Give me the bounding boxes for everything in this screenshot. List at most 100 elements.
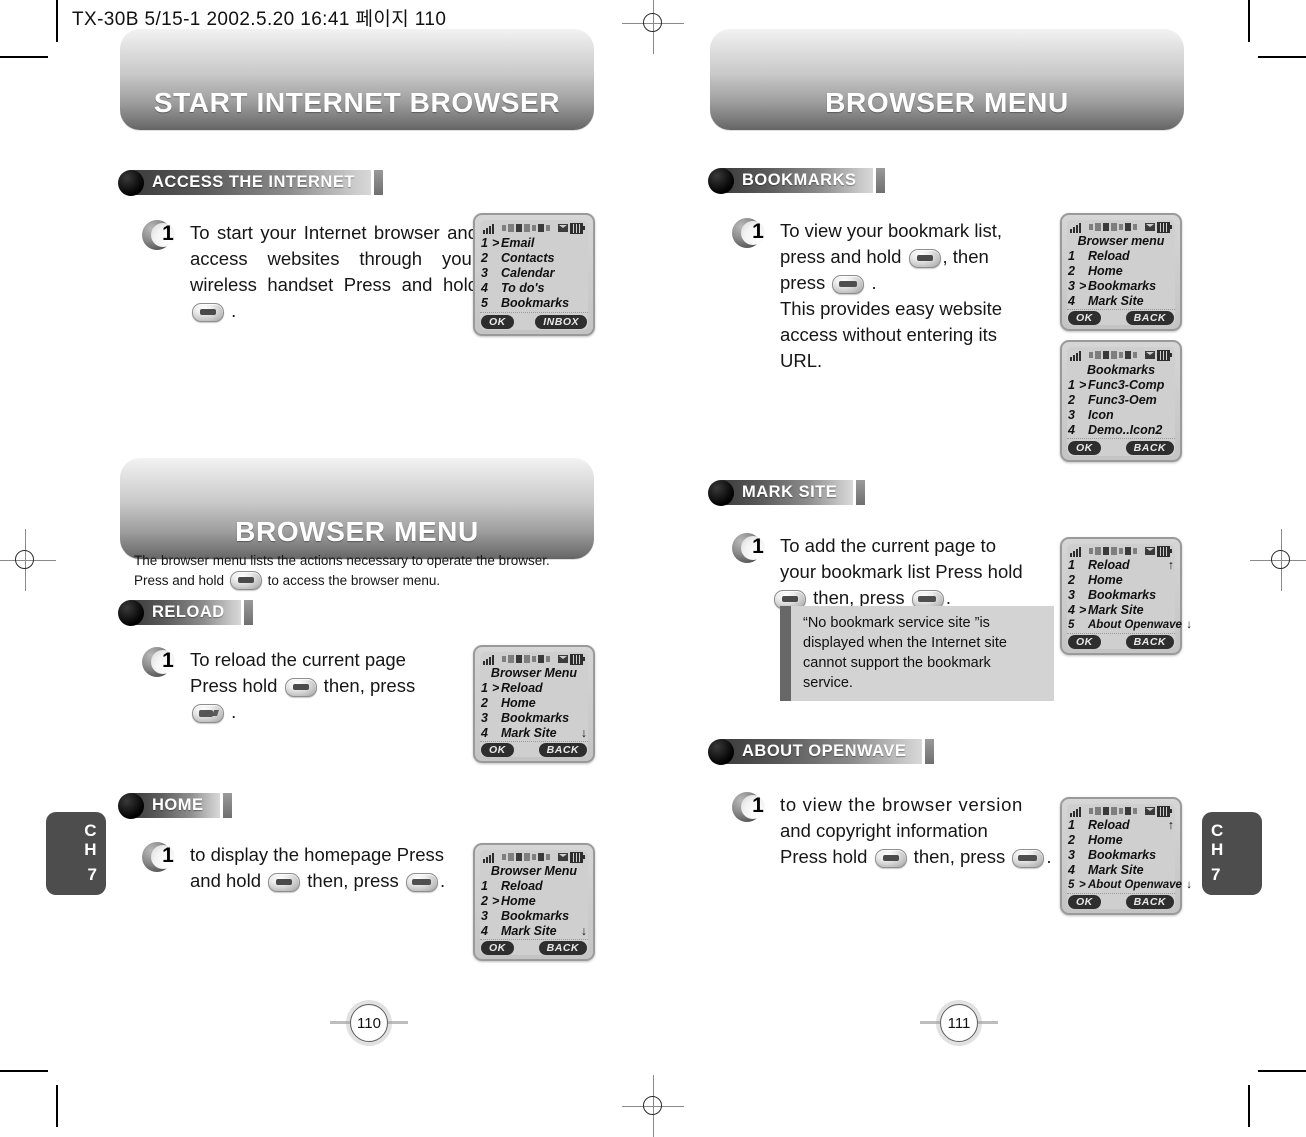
step-number-bullet: 1 [732,216,774,250]
screen-menu-item: 3 > Bookmarks [1068,279,1157,294]
bullet-dot-icon [708,479,734,506]
step-text: to display the homepage Press and hold t… [190,842,510,894]
softkey-left: OK [481,314,514,329]
step-line-2: and hold then, press . [190,870,446,892]
intro-line-1: The browser menu lists the actions neces… [134,553,550,568]
status-indicator-icons [496,224,556,232]
screen-menu-item: 1 Reload ↑ [1068,818,1174,833]
screen-menu-item: 2 Home [481,696,536,711]
step-line-4: This provides easy website [780,298,1003,319]
signal-icon [1070,222,1081,233]
crop-mark-bottom-left-v [56,1085,58,1127]
screen-menu-item: 1 > Email [481,236,535,250]
menu-key-icon [908,249,941,268]
section-title: BOOKMARKS [722,168,873,193]
step-line-6: URL. [780,350,823,371]
step-number-bullet: 1 [142,840,184,874]
number-key-1-icon [192,704,224,723]
section-header-access-the-internet: ACCESS THE INTERNET [118,169,383,196]
screen-menu-item: 4 To do's [481,281,545,295]
screen-menu-list: 1 Reload ↑ 2 Home 3 Bookmarks 4 > Mark Site 5A… [1067,558,1192,633]
section-tail-decoration [243,600,253,625]
step-text: To view your bookmark list, press and ho… [780,218,1050,374]
screen-menu-item: 3 Bookmarks [1068,848,1157,863]
menu-key-icon [874,849,907,868]
signal-icon [483,223,494,234]
screen-title: Browser Menu [490,864,578,879]
section-tail-decoration [925,739,935,764]
step-line-2: your bookmark list Press hold [780,561,1023,582]
intro-line-2: Press and hold to access the browser men… [134,571,441,590]
status-indicator-icons [1083,351,1143,359]
status-indicator-icons [1083,547,1143,556]
menu-key-icon [192,303,224,322]
chapter-header-title: BROWSER MENU [825,87,1069,118]
bullet-dot-icon [708,738,734,765]
step-number: 1 [162,844,174,867]
step-text-run-2: . [226,300,237,321]
screen-menu-item: 5 About Openwave ↓ [1068,619,1192,632]
section-header-mark-site: MARK SITE [708,479,866,506]
left-page: START INTERNET BROWSER ACCESS THE INTERN… [60,0,660,1127]
softkey-right: BACK [1125,440,1174,455]
step-number-bullet: 1 [732,790,774,824]
signal-icon [1070,546,1081,557]
section-title: MARK SITE [722,480,854,505]
page-number-right: 111 [940,1004,978,1042]
page-number-left: 110 [350,1004,388,1042]
screen-softkeys: OK BACK [480,741,588,757]
crop-mark-top-left-h [0,56,48,58]
step-text-run-1: To start your Internet browser and acces… [190,222,478,295]
battery-icon [1157,221,1172,233]
chapter-header-title: BROWSER MENU [235,516,479,547]
softkey-left: OK [1068,310,1101,325]
screen-softkeys: OK BACK [480,939,588,955]
bullet-dot-icon [708,167,734,194]
chapter-header-title: START INTERNET BROWSER [153,87,561,118]
screen-softkeys: OK BACK [1067,633,1175,649]
menu-key-icon [268,873,301,892]
status-bar [1067,804,1175,817]
phone-screen-browser-menu-bookmarks: Browser menu 1 Reload 2 Home 3 > Bookmarks 4… [1060,213,1182,331]
battery-icon [570,222,585,234]
section-header-bookmarks: BOOKMARKS [708,167,885,194]
screen-menu-item: 3 Calendar [481,266,555,280]
screen-menu-item: 4 > Mark Site [1068,603,1144,618]
softkey-right: BACK [1125,634,1174,649]
chapter-tab-label: C H [1211,821,1224,859]
step-number: 1 [162,649,174,672]
step-text: To add the current page to your bookmark… [774,533,1065,611]
step-line-5: access without entering its [780,324,997,345]
softkey-right: BACK [538,742,587,757]
step-line-3: . [190,699,490,725]
softkey-right: BACK [538,940,587,955]
step-text: To reload the current page Press hold th… [190,647,490,725]
section-title: ACCESS THE INTERNET [132,170,371,195]
step-number: 1 [752,535,764,558]
step-line-3: press . [780,272,877,294]
screen-softkeys: OK BACK [1067,309,1175,325]
screen-menu-item: 2 Contacts [481,251,555,265]
status-indicator-icons [1083,223,1143,232]
step-number: 1 [752,220,764,243]
screen-menu-item: 1 > Func3-Comp [1068,378,1165,392]
battery-icon [570,851,585,863]
section-tail-decoration [373,170,383,195]
battery-icon [1157,349,1172,361]
screen-menu-item: 1 > Reload [481,681,543,696]
screen-menu-item: 1 Reload [1068,249,1130,264]
status-bar [480,850,588,863]
screen-menu-item: 2 Home [1068,264,1123,279]
bullet-dot-icon [118,169,144,196]
screen-menu-item: 2 Home [1068,833,1123,848]
phone-screen-main-menu: 1 > Email 2 Contacts 3 Calendar 4 To do's 5 Bo… [473,213,595,336]
message-icon [1145,547,1155,556]
registration-mark-left [0,529,56,591]
screen-menu-item: 1 Reload ↑ [1068,558,1174,573]
note-accent-bar [780,606,791,701]
number-key-5-icon [1012,849,1045,868]
status-indicator-icons [496,655,556,664]
screen-menu-item: 3 Bookmarks [481,909,570,924]
step-text: To start your Internet browser and acces… [190,220,478,324]
screen-menu-item: 4 Mark Site ↓ [481,924,587,939]
